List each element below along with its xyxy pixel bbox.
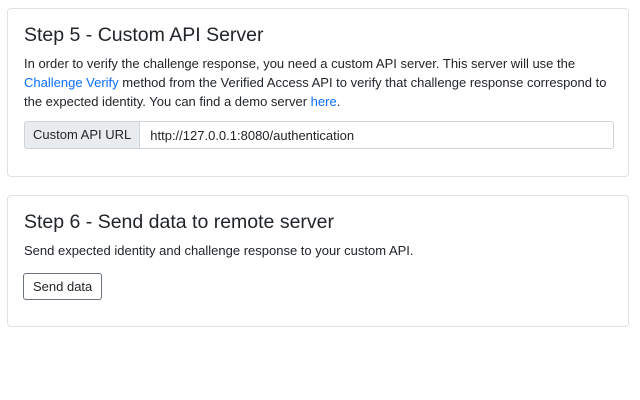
custom-api-url-label: Custom API URL xyxy=(24,121,140,149)
custom-api-url-group: Custom API URL xyxy=(24,121,614,149)
send-data-button[interactable]: Send data xyxy=(23,273,103,300)
step5-text-part3: . xyxy=(336,94,341,109)
step6-card: Step 6 - Send data to remote server Send… xyxy=(7,195,629,327)
step6-description: Send expected identity and challenge res… xyxy=(24,243,414,258)
demo-server-link[interactable]: here xyxy=(311,94,337,109)
step5-description: In order to verify the challenge respons… xyxy=(24,54,616,111)
step5-title: Step 5 - Custom API Server xyxy=(24,24,264,46)
custom-api-url-input[interactable] xyxy=(139,121,614,149)
step5-text-part1: In order to verify the challenge respons… xyxy=(24,56,576,71)
challenge-verify-link[interactable]: Challenge Verify xyxy=(24,75,119,90)
step5-card: Step 5 - Custom API Server In order to v… xyxy=(7,8,629,177)
step6-title: Step 6 - Send data to remote server xyxy=(24,211,335,233)
